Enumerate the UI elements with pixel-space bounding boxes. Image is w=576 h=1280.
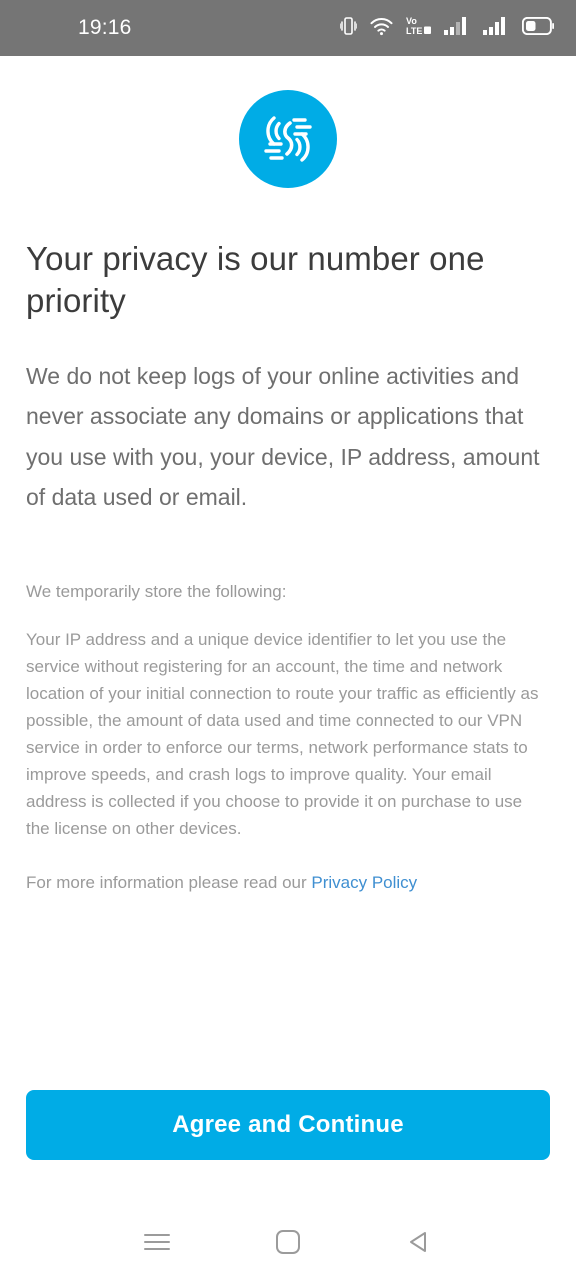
- privacy-summary-text: We do not keep logs of your online activ…: [26, 363, 540, 510]
- volte-icon: Vo LTE: [406, 15, 431, 41]
- agree-and-continue-button[interactable]: Agree and Continue: [26, 1090, 550, 1160]
- svg-text:Vo: Vo: [406, 16, 417, 26]
- status-bar-icons: Vo LTE: [339, 15, 554, 41]
- privacy-policy-line: For more information please read our Pri…: [26, 870, 550, 896]
- back-triangle-icon: [406, 1229, 432, 1260]
- android-navigation-bar: [0, 1208, 576, 1280]
- signal-sim2-icon: [483, 16, 509, 41]
- vibrate-icon: [339, 16, 358, 41]
- signal-sim1-icon: [444, 16, 470, 41]
- rounded-square-icon: [275, 1229, 301, 1260]
- battery-icon: [521, 16, 554, 40]
- home-button[interactable]: [260, 1216, 316, 1272]
- temporary-storage-title: We temporarily store the following:: [26, 581, 287, 601]
- back-button[interactable]: [391, 1216, 447, 1272]
- recents-button[interactable]: [129, 1216, 185, 1272]
- page-title: Your privacy is our number one priority: [26, 240, 485, 320]
- svg-text:LTE: LTE: [406, 26, 422, 36]
- status-bar-clock: 19:16: [78, 16, 132, 39]
- page-content: Your privacy is our number one priority …: [0, 56, 576, 1208]
- logo-container: [26, 90, 550, 188]
- wifi-icon: [370, 16, 393, 41]
- privacy-policy-link[interactable]: Privacy Policy: [311, 873, 417, 892]
- privacy-policy-prefix: For more information please read our: [26, 873, 312, 893]
- status-bar: 19:16 Vo LTE: [0, 0, 576, 56]
- app-screen: 19:16 Vo LTE Your privacy is our number …: [0, 0, 576, 1280]
- hamburger-icon: [142, 1231, 172, 1258]
- windscribe-logo: [239, 90, 337, 188]
- temporary-storage-details: Your IP address and a unique device iden…: [26, 630, 539, 839]
